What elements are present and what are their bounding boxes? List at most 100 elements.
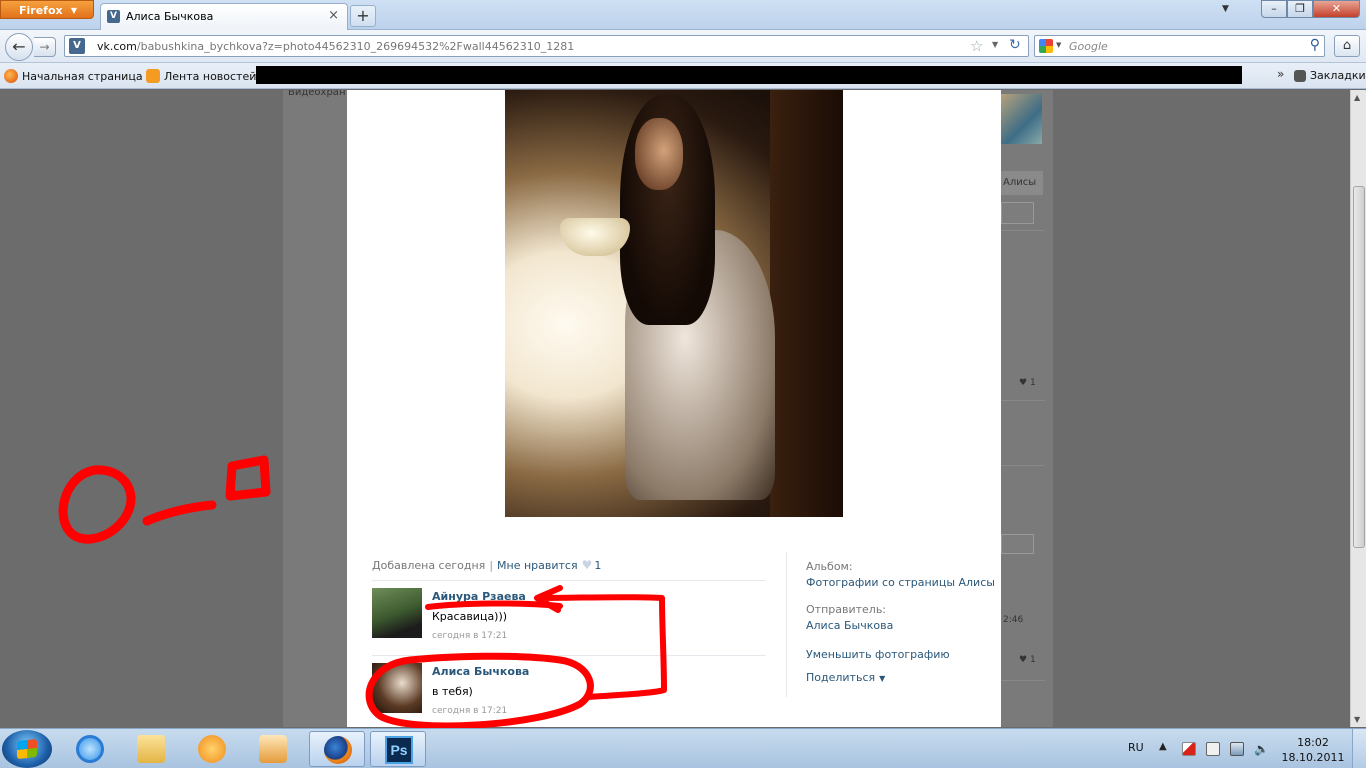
chevron-down-icon: ▼	[70, 6, 77, 15]
url-text[interactable]: vk.com/babushkina_bychkova?z=photo445623…	[97, 40, 574, 53]
back-button[interactable]: ←	[5, 33, 33, 61]
taskbar-media-player[interactable]	[184, 731, 240, 767]
photoshop-icon: Ps	[385, 736, 413, 764]
comment-item: Алиса Бычкова в тебя) сегодня в 17:21	[372, 663, 766, 719]
heart-icon: ♥	[1019, 378, 1028, 388]
search-bar[interactable]: ▼ Google ⚲	[1034, 35, 1325, 57]
bookmarks-icon	[1294, 70, 1306, 82]
start-button[interactable]	[2, 730, 52, 768]
language-indicator[interactable]: RU	[1128, 741, 1144, 754]
search-icon[interactable]: ⚲	[1310, 37, 1320, 53]
background-input	[1001, 202, 1034, 224]
comment-author[interactable]: Айнура Рзаева	[432, 590, 526, 603]
google-engine-icon[interactable]	[1039, 39, 1053, 53]
bookmarks-menu-label: Закладки	[1310, 69, 1366, 82]
show-desktop-button[interactable]	[1352, 729, 1366, 768]
rss-icon	[146, 69, 160, 83]
tab-list-icon[interactable]: ▼	[1222, 4, 1229, 14]
comment-item: Айнура Рзаева Красавица))) сегодня в 17:…	[372, 588, 766, 644]
system-clock[interactable]: 18:02 18.10.2011	[1278, 735, 1348, 765]
chevron-down-icon: ▼	[879, 674, 886, 683]
photo-viewer: Добавлена сегодня | Мне нравится ♥ 1 Айнура …	[347, 90, 1001, 727]
taskbar-internet-explorer[interactable]	[62, 731, 118, 767]
taskbar-explorer[interactable]	[123, 731, 179, 767]
bookmark-star-icon[interactable]: ☆	[970, 37, 983, 55]
heart-icon: ♥	[1019, 655, 1028, 665]
minimize-button[interactable]: –	[1261, 0, 1287, 18]
photo-meta: Добавлена сегодня | Мне нравится ♥ 1	[372, 558, 601, 572]
comments-divider	[372, 580, 766, 581]
tab-strip: Firefox ▼ V Алиса Бычкова × + ▼ – ❐ ✕	[0, 0, 1366, 30]
album-label: Альбом:	[806, 560, 853, 573]
new-tab-button[interactable]: +	[350, 5, 376, 27]
page-scrollbar[interactable]: ▲ ▼	[1350, 90, 1366, 727]
url-path: /babushkina_bychkova?z=photo44562310_269…	[136, 40, 575, 53]
bookmark-news[interactable]: Лента новостей	[146, 69, 256, 83]
heart-icon[interactable]: ♥	[582, 558, 593, 572]
photo-image[interactable]	[505, 90, 843, 517]
firefox-icon	[4, 69, 18, 83]
share-link[interactable]: Поделиться ▼	[806, 671, 885, 684]
scroll-up-icon[interactable]: ▲	[1354, 93, 1360, 102]
taskbar-firefox[interactable]	[309, 731, 365, 767]
taskbar-app[interactable]	[245, 731, 301, 767]
scroll-thumb[interactable]	[1353, 186, 1365, 548]
volume-icon[interactable]: 🔈	[1254, 742, 1269, 756]
close-window-button[interactable]: ✕	[1313, 0, 1360, 18]
search-placeholder: Google	[1069, 40, 1108, 53]
history-dropdown-icon[interactable]: ▼	[992, 40, 998, 49]
bookmarks-overflow-icon[interactable]: »	[1277, 67, 1284, 81]
bookmark-label: Лента новостей	[164, 70, 257, 83]
media-player-icon	[198, 735, 226, 763]
comment-time[interactable]: сегодня в 17:21	[432, 706, 507, 716]
clock-time: 18:02	[1297, 736, 1329, 749]
sender-link[interactable]: Алиса Бычкова	[806, 619, 893, 632]
bookmark-label: Начальная страница	[22, 70, 143, 83]
site-identity-icon[interactable]: V	[69, 38, 85, 54]
like-link[interactable]: Мне нравится	[497, 559, 578, 572]
tab-active[interactable]: V Алиса Бычкова ×	[100, 3, 348, 30]
album-link[interactable]: Фотографии со страницы Алисы	[806, 576, 995, 589]
firefox-menu-button[interactable]: Firefox ▼	[0, 0, 94, 19]
comment-time[interactable]: сегодня в 17:21	[432, 631, 507, 641]
action-center-icon[interactable]	[1182, 742, 1196, 756]
scroll-down-icon[interactable]: ▼	[1354, 715, 1360, 724]
bookmarks-toolbar: Начальная страница Лента новостей » Закл…	[0, 63, 1366, 89]
close-tab-icon[interactable]: ×	[328, 8, 339, 23]
background-like-value: 1	[1029, 655, 1036, 665]
added-text: Добавлена сегодня	[372, 559, 486, 572]
engine-dropdown-icon[interactable]: ▼	[1056, 41, 1061, 49]
taskbar-photoshop[interactable]: Ps	[370, 731, 426, 767]
photo-face	[635, 118, 683, 190]
page-viewport: Видеохран Алисы ♥ 1 2:46 ♥ 1 Добавлена с…	[0, 90, 1350, 727]
bookmarks-menu[interactable]: Закладки	[1294, 69, 1366, 82]
internet-explorer-icon	[76, 735, 104, 763]
comment-author[interactable]: Алиса Бычкова	[432, 665, 529, 678]
reload-icon[interactable]: ↻	[1009, 37, 1021, 53]
tray-expand-icon[interactable]: ▲	[1159, 741, 1167, 752]
background-avatar	[1001, 94, 1042, 144]
avatar[interactable]	[372, 663, 422, 713]
power-icon[interactable]	[1206, 742, 1220, 756]
network-icon[interactable]	[1230, 742, 1244, 756]
sidebar-divider	[786, 552, 787, 697]
meta-separator: |	[489, 559, 494, 572]
windows-taskbar: Ps RU ▲ 🔈 18:02 18.10.2011	[0, 728, 1366, 768]
folder-icon	[137, 735, 165, 763]
background-divider	[1001, 400, 1045, 401]
maximize-button[interactable]: ❐	[1287, 0, 1313, 18]
forward-button[interactable]: →	[34, 37, 56, 57]
tab-title: Алиса Бычкова	[126, 10, 214, 23]
background-like-value: 1	[1029, 378, 1036, 388]
shrink-photo-link[interactable]: Уменьшить фотографию	[806, 648, 950, 661]
navigation-toolbar: ← → V vk.com/babushkina_bychkova?z=photo…	[0, 30, 1366, 63]
url-bar[interactable]: V vk.com/babushkina_bychkova?z=photo4456…	[64, 35, 1029, 57]
home-button[interactable]: ⌂	[1334, 35, 1360, 57]
background-input	[1001, 534, 1034, 554]
photo-wall	[770, 90, 843, 517]
bookmark-home[interactable]: Начальная страница	[4, 69, 143, 83]
background-divider	[1001, 465, 1045, 466]
like-count: 1	[594, 559, 602, 572]
background-like-count: ♥ 1	[1019, 655, 1036, 665]
avatar[interactable]	[372, 588, 422, 638]
